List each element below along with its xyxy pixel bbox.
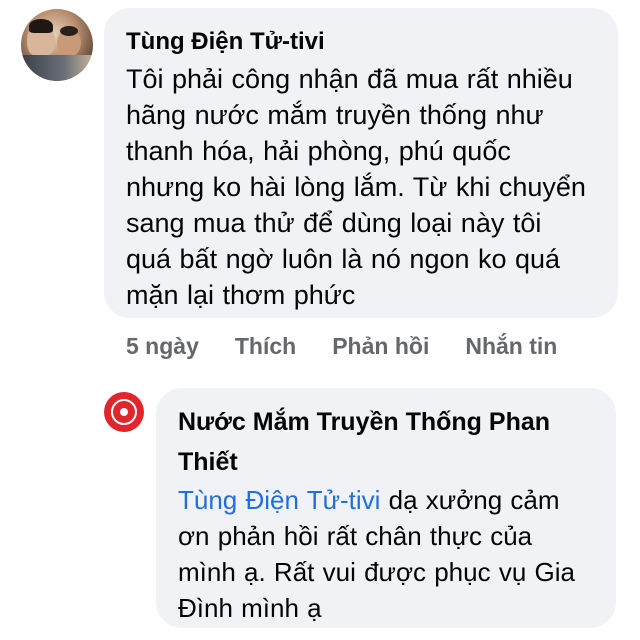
comment-actions: 5 ngày Thích Phản hồi Nhắn tin	[126, 330, 593, 362]
comment-line: Tôi phải công nhận đã mua rất nhiều	[126, 64, 573, 94]
comment-line: sang mua thử để dùng loại này tôi	[126, 208, 542, 238]
comment-line: quá bất ngờ luôn là nó ngon ko quá	[126, 244, 561, 274]
reply-body: Tùng Điện Tử-tivi dạ xưởng cảm ơn phản h…	[178, 482, 598, 626]
comment-author-name[interactable]: Tùng Điện Tử-tivi	[126, 26, 600, 58]
reply-line: Đình mình ạ	[178, 593, 322, 623]
avatar-person-2	[57, 26, 81, 57]
message-button[interactable]: Nhắn tin	[465, 330, 557, 362]
comment-timestamp[interactable]: 5 ngày	[126, 330, 199, 362]
comment-line: hãng nước mắm truyền thống như	[126, 100, 544, 130]
comment-body: Tôi phải công nhận đã mua rất nhiều hãng…	[126, 61, 600, 313]
avatar-shirt	[21, 55, 93, 81]
like-button[interactable]: Thích	[235, 330, 296, 362]
page-avatar[interactable]	[104, 392, 144, 432]
comment-bubble: Tùng Điện Tử-tivi Tôi phải công nhận đã …	[104, 8, 618, 318]
avatar-person-1	[27, 19, 55, 57]
page-logo-icon	[111, 399, 137, 425]
reply-line: ơn phản hồi rất chân thực của	[178, 521, 533, 551]
reply-bubble: Nước Mắm Truyền Thống Phan Thiết Tùng Đi…	[156, 388, 616, 628]
reply-author-line: Thiết	[178, 448, 238, 476]
reply-button[interactable]: Phản hồi	[332, 330, 429, 362]
comment-line: thanh hóa, hải phòng, phú quốc	[126, 136, 511, 166]
comment-line: mặn lại thơm phức	[126, 280, 356, 310]
mention-link[interactable]: Tùng Điện Tử-tivi	[178, 485, 380, 515]
reply-author-name[interactable]: Nước Mắm Truyền Thống Phan Thiết	[178, 402, 598, 482]
comment-line: nhưng ko hài lòng lắm. Từ khi chuyển	[126, 172, 586, 202]
reply-line: mình ạ. Rất vui được phục vụ Gia	[178, 557, 575, 587]
reply-text: dạ xưởng cảm	[380, 485, 560, 515]
commenter-avatar[interactable]	[21, 9, 93, 81]
reply-line: Tùng Điện Tử-tivi dạ xưởng cảm	[178, 482, 598, 518]
reply-author-line: Nước Mắm Truyền Thống Phan	[178, 408, 551, 436]
